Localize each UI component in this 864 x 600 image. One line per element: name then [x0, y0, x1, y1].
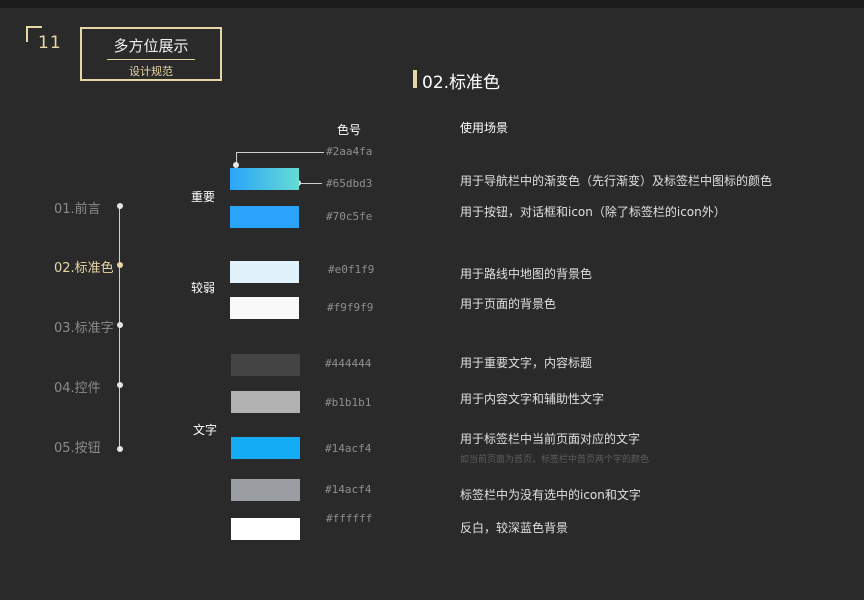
column-header-usage: 使用场景 — [460, 121, 509, 135]
page-number: 11 — [38, 33, 62, 53]
hex-code: #e0f1f9 — [328, 263, 375, 276]
hex-code: #70c5fe — [326, 210, 373, 223]
title-divider — [107, 59, 195, 60]
section-marker — [413, 70, 417, 88]
swatch-gray-text — [231, 391, 300, 413]
usage-text: 用于导航栏中的渐变色（先行渐变）及标签栏中图标的颜色 — [460, 174, 773, 188]
usage-text: 用于按钮，对话框和icon（除了标签栏的icon外） — [460, 205, 726, 219]
usage-text: 标签栏中为没有选中的icon和文字 — [460, 488, 641, 502]
swatch-button-blue — [230, 206, 299, 228]
nav-dot-1 — [117, 203, 123, 209]
nav-item-standard-color[interactable]: 02.标准色 — [54, 257, 114, 276]
hex-code: #444444 — [325, 357, 372, 370]
usage-text: 用于标签栏中当前页面对应的文字 — [460, 432, 641, 446]
page-title: 多方位展示 — [113, 37, 189, 55]
column-header-color: 色号 — [337, 123, 362, 137]
usage-text: 反白，较深蓝色背景 — [460, 521, 569, 535]
callout-line-end — [298, 183, 322, 184]
hex-code: #65dbd3 — [326, 177, 373, 190]
usage-text: 用于重要文字，内容标题 — [460, 356, 593, 370]
swatch-dark-text — [231, 354, 300, 376]
usage-text: 用于页面的背景色 — [460, 297, 557, 311]
nav-item-buttons[interactable]: 05.按钮 — [54, 437, 101, 456]
nav-item-standard-font[interactable]: 03.标准字 — [54, 317, 114, 336]
section-title: 02.标准色 — [422, 73, 501, 93]
group-label-important: 重要 — [191, 190, 216, 204]
swatch-gradient — [230, 168, 299, 190]
callout-line-start-horizontal — [236, 152, 324, 153]
swatch-map-bg — [230, 261, 299, 283]
hex-code: #b1b1b1 — [325, 396, 372, 409]
group-label-text: 文字 — [193, 423, 218, 437]
usage-text: 用于路线中地图的背景色 — [460, 267, 593, 281]
page-subtitle: 设计规范 — [129, 65, 173, 78]
nav-item-intro[interactable]: 01.前言 — [54, 198, 101, 217]
swatch-page-bg — [230, 297, 299, 319]
swatch-inactive-tab — [231, 479, 300, 501]
nav-dot-4 — [117, 382, 123, 388]
hex-code: #14acf4 — [325, 483, 372, 496]
title-box: 多方位展示 设计规范 — [80, 27, 222, 81]
hex-code: #ffffff — [326, 512, 373, 525]
usage-note: 如当前页面为首页，标签栏中首页两个字的颜色 — [460, 455, 650, 465]
top-strip — [0, 0, 864, 8]
swatch-active-tab — [231, 437, 300, 459]
hex-code: #f9f9f9 — [327, 301, 374, 314]
nav-item-controls[interactable]: 04.控件 — [54, 377, 101, 396]
hex-code: #14acf4 — [325, 442, 372, 455]
nav-dot-3 — [117, 322, 123, 328]
group-label-weak: 较弱 — [191, 281, 216, 295]
nav-dot-5 — [117, 446, 123, 452]
hex-code: #2aa4fa — [326, 145, 373, 158]
swatch-white — [231, 518, 300, 540]
usage-text: 用于内容文字和辅助性文字 — [460, 392, 605, 406]
nav-dot-2 — [117, 262, 123, 268]
